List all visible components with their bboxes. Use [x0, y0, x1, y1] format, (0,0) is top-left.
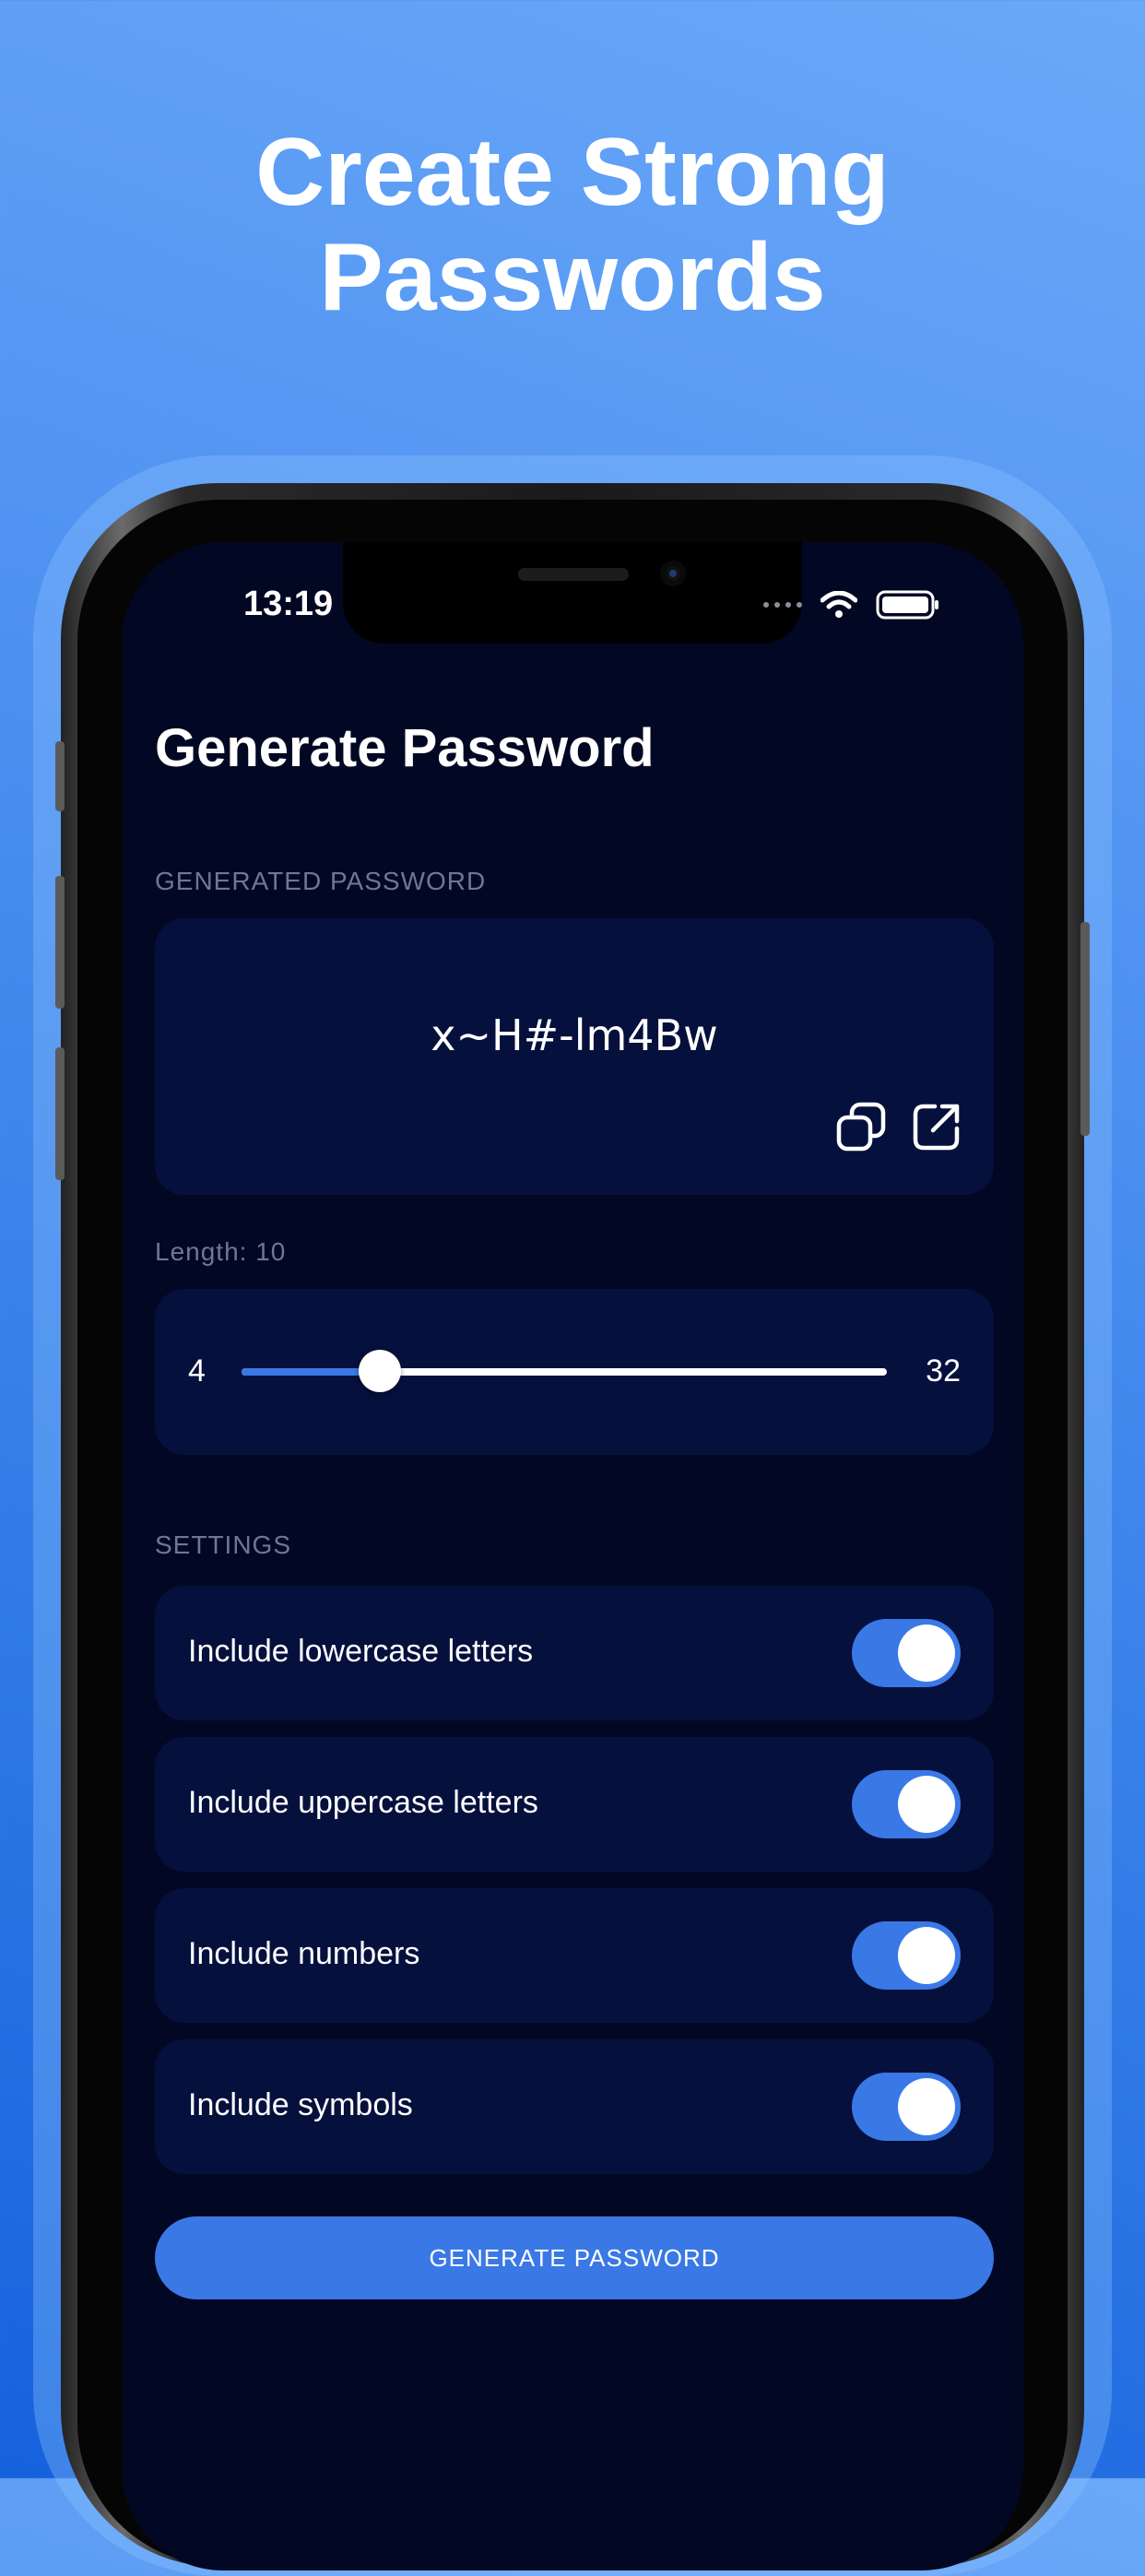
setting-label: Include lowercase letters — [188, 1634, 534, 1669]
phone-screen: 13:19 Generate Password GENERATED PASSWO… — [122, 542, 1023, 2570]
phone-volume-down-button — [55, 1047, 65, 1180]
settings-label: SETTINGS — [155, 1530, 292, 1559]
toggle-knob — [898, 2078, 955, 2135]
password-card: x~H#-lm4Bw — [155, 918, 994, 1195]
promo-headline-line-1: Create Strong — [255, 119, 890, 226]
promo-headline-line-2: Passwords — [319, 224, 826, 331]
phone-power-button — [1080, 922, 1090, 1136]
setting-numbers: Include numbers — [155, 1888, 994, 2023]
phone-notch — [343, 542, 802, 644]
setting-label: Include symbols — [188, 2087, 413, 2122]
copy-icon[interactable] — [833, 1099, 889, 1154]
lowercase-toggle[interactable] — [852, 1619, 961, 1687]
length-slider-thumb[interactable] — [359, 1350, 401, 1392]
length-slider-track[interactable] — [242, 1368, 887, 1376]
toggle-knob — [898, 1927, 955, 1984]
setting-uppercase: Include uppercase letters — [155, 1737, 994, 1872]
toggle-knob — [898, 1625, 955, 1682]
symbols-toggle[interactable] — [852, 2073, 961, 2141]
battery-icon — [876, 590, 938, 620]
setting-symbols: Include symbols — [155, 2039, 994, 2174]
setting-label: Include numbers — [188, 1936, 420, 1971]
phone-volume-up-button — [55, 876, 65, 1009]
toggle-knob — [898, 1776, 955, 1833]
generated-password: x~H#-lm4Bw — [431, 1010, 718, 1060]
phone-camera — [660, 561, 686, 586]
share-icon[interactable] — [909, 1099, 964, 1154]
numbers-toggle[interactable] — [852, 1921, 961, 1990]
setting-label: Include uppercase letters — [188, 1785, 538, 1820]
status-time: 13:19 — [243, 585, 334, 623]
status-icons — [763, 590, 940, 620]
phone-speaker — [518, 568, 629, 581]
uppercase-toggle[interactable] — [852, 1770, 961, 1838]
slider-max-label: 32 — [926, 1353, 961, 1388]
generate-password-button[interactable]: GENERATE PASSWORD — [155, 2216, 994, 2299]
phone-silent-switch — [55, 741, 65, 811]
promo-headline: Create Strong Passwords — [0, 120, 1145, 330]
cellular-signal-icon — [763, 602, 802, 608]
page-title: Generate Password — [155, 718, 655, 778]
slider-min-label: 4 — [188, 1353, 206, 1388]
generated-password-label: GENERATED PASSWORD — [155, 867, 487, 895]
length-label: Length: 10 — [155, 1237, 287, 1266]
length-slider-card: 4 32 — [155, 1289, 994, 1455]
wifi-icon — [820, 591, 857, 618]
setting-lowercase: Include lowercase letters — [155, 1586, 994, 1720]
